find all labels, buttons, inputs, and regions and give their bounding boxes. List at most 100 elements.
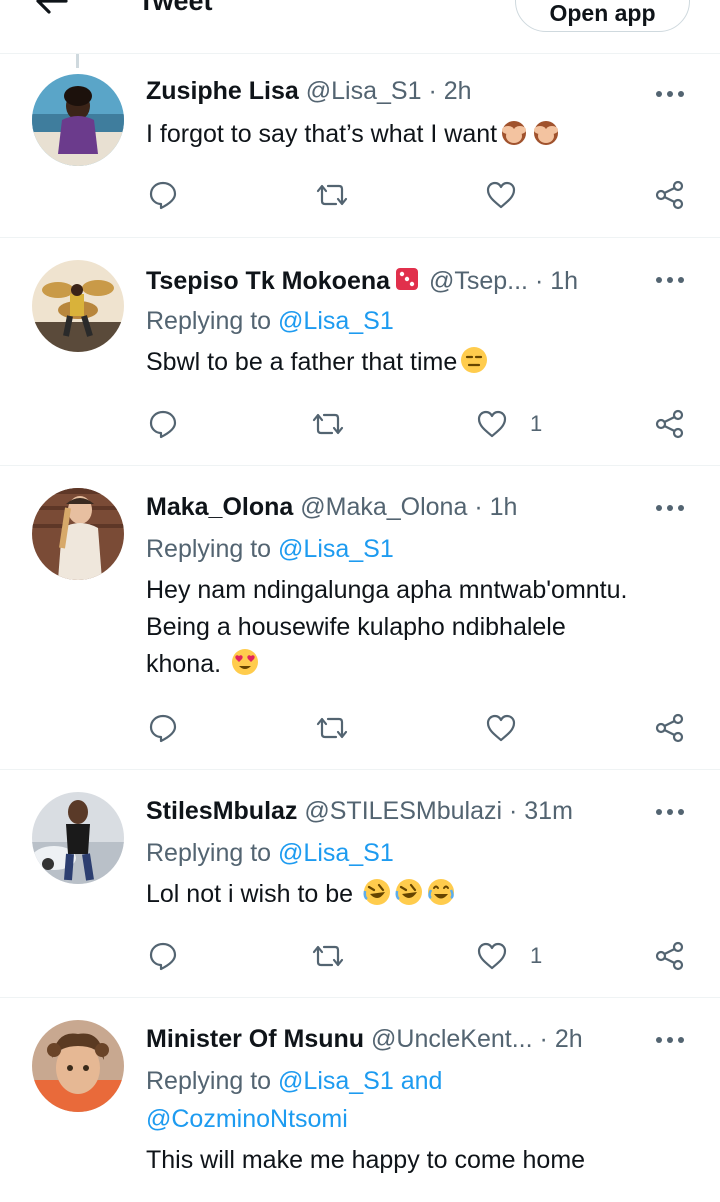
mention-link[interactable]: @CozminoNtsomi bbox=[146, 1105, 348, 1133]
top-bar: Tweet Open app bbox=[0, 0, 720, 54]
avatar[interactable] bbox=[32, 1020, 124, 1112]
mention-link[interactable]: @Lisa_S1 and bbox=[278, 1067, 442, 1095]
replying-to: Replying to @Lisa_S1 bbox=[146, 306, 394, 336]
game-die-icon bbox=[396, 268, 419, 290]
replying-prefix: Replying to bbox=[146, 307, 272, 335]
tweet-actions bbox=[0, 175, 720, 215]
tweet-text: Hey nam ndingalunga apha mntwab'omntu. B… bbox=[146, 572, 696, 683]
retweet-icon bbox=[316, 717, 348, 739]
tweet-text-line: Hey nam ndingalunga apha mntwab'omntu. bbox=[146, 576, 628, 604]
tweet-actions bbox=[0, 708, 720, 748]
retweet-icon bbox=[312, 413, 344, 435]
display-name[interactable]: StilesMbulaz bbox=[146, 797, 297, 825]
timestamp[interactable]: 1h bbox=[550, 267, 578, 295]
replying-to: Replying to @Lisa_S1 and bbox=[146, 1066, 442, 1096]
tweet-text: This will make me happy to come home bbox=[146, 1142, 696, 1179]
page-title: Tweet bbox=[138, 0, 213, 16]
separator-dot: · bbox=[428, 77, 437, 105]
retweet-icon bbox=[312, 945, 344, 967]
more-options-icon[interactable] bbox=[654, 84, 686, 104]
separator-dot: · bbox=[534, 267, 544, 295]
tweet-text: Lol not i wish to be bbox=[146, 876, 696, 913]
tweet-text-content: Lol not i wish to be bbox=[146, 880, 354, 908]
tears-of-joy-face-icon bbox=[428, 879, 455, 905]
timestamp[interactable]: 2h bbox=[555, 1025, 583, 1053]
tweet-text-content: I forgot to say that’s what I want bbox=[146, 120, 498, 148]
like-button[interactable] bbox=[485, 708, 539, 748]
display-name[interactable]: Zusiphe Lisa bbox=[146, 77, 299, 105]
display-name[interactable]: Minister Of Msunu bbox=[146, 1025, 364, 1053]
heart-icon bbox=[477, 942, 507, 970]
tweet[interactable]: Maka_Olona @Maka_Olona · 1h Replying to … bbox=[0, 466, 720, 770]
mention-link[interactable]: @Lisa_S1 bbox=[278, 839, 394, 867]
display-name[interactable]: Maka_Olona bbox=[146, 493, 293, 521]
user-handle[interactable]: @Maka_Olona bbox=[300, 493, 467, 521]
like-button[interactable]: 1 bbox=[476, 404, 542, 444]
like-count: 1 bbox=[530, 411, 543, 436]
replying-prefix: Replying to bbox=[146, 535, 272, 563]
user-handle[interactable]: @STILESMbulazi bbox=[304, 797, 502, 825]
retweet-button[interactable] bbox=[316, 175, 348, 215]
see-no-evil-monkey-icon bbox=[534, 121, 559, 145]
more-options-icon[interactable] bbox=[654, 802, 686, 822]
share-button[interactable] bbox=[654, 936, 686, 976]
mention-link[interactable]: @Lisa_S1 bbox=[278, 535, 394, 563]
display-name[interactable]: Tsepiso Tk Mokoena bbox=[146, 267, 390, 295]
share-button[interactable] bbox=[654, 708, 686, 748]
tweet-text-content: This will make me happy to come home bbox=[146, 1146, 586, 1174]
user-handle[interactable]: @Tsep... bbox=[429, 267, 528, 295]
reply-button[interactable] bbox=[147, 708, 179, 748]
replying-to: Replying to @Lisa_S1 bbox=[146, 838, 394, 868]
retweet-icon bbox=[316, 184, 348, 206]
tweet-text-line: Being a housewife kulapho ndibhalele bbox=[146, 613, 566, 641]
tweet[interactable]: Minister Of Msunu @UncleKent... · 2h Rep… bbox=[0, 998, 720, 1202]
rolling-laughing-face-icon bbox=[395, 879, 423, 905]
avatar[interactable] bbox=[32, 74, 124, 166]
back-arrow-icon[interactable] bbox=[34, 0, 68, 16]
like-count: 1 bbox=[530, 943, 543, 968]
timestamp[interactable]: 2h bbox=[444, 77, 472, 105]
expressionless-face-icon bbox=[461, 347, 488, 373]
retweet-button[interactable] bbox=[316, 708, 348, 748]
share-button[interactable] bbox=[654, 175, 686, 215]
like-button[interactable] bbox=[485, 175, 539, 215]
see-no-evil-monkey-icon bbox=[502, 121, 527, 145]
replying-prefix: Replying to bbox=[146, 1067, 272, 1095]
tweet-header: Minister Of Msunu @UncleKent... · 2h bbox=[146, 1024, 670, 1054]
reply-button[interactable] bbox=[147, 936, 179, 976]
user-handle[interactable]: @UncleKent... bbox=[371, 1025, 533, 1053]
retweet-button[interactable] bbox=[312, 936, 344, 976]
heart-eyes-face-icon bbox=[232, 649, 259, 675]
open-app-button[interactable]: Open app bbox=[515, 0, 690, 32]
tweet-actions: 1 bbox=[0, 404, 720, 444]
tweet-actions: 1 bbox=[0, 936, 720, 976]
tweet-text-line-with-emoji: khona. bbox=[146, 646, 696, 683]
avatar[interactable] bbox=[32, 488, 124, 580]
more-options-icon[interactable] bbox=[654, 270, 686, 290]
share-button[interactable] bbox=[654, 404, 686, 444]
reply-icon bbox=[149, 714, 177, 743]
timestamp[interactable]: 31m bbox=[524, 797, 573, 825]
tweet-header: Tsepiso Tk Mokoena @Tsep... · 1h bbox=[146, 264, 670, 296]
separator-dot: · bbox=[474, 493, 483, 521]
timestamp[interactable]: 1h bbox=[490, 493, 518, 521]
user-handle[interactable]: @Lisa_S1 bbox=[306, 77, 422, 105]
reply-icon bbox=[149, 410, 177, 439]
retweet-button[interactable] bbox=[312, 404, 344, 444]
avatar[interactable] bbox=[32, 260, 124, 352]
heart-icon bbox=[486, 181, 516, 209]
tweet[interactable]: Tsepiso Tk Mokoena @Tsep... · 1h Replyin… bbox=[0, 238, 720, 466]
reply-button[interactable] bbox=[147, 175, 179, 215]
more-options-icon[interactable] bbox=[654, 498, 686, 518]
tweet[interactable]: Zusiphe Lisa @Lisa_S1 · 2h I forgot to s… bbox=[0, 54, 720, 238]
reply-button[interactable] bbox=[147, 404, 179, 444]
share-icon bbox=[655, 409, 684, 439]
tweet[interactable]: StilesMbulaz @STILESMbulazi · 31m Replyi… bbox=[0, 770, 720, 998]
tweet-text-line: khona. bbox=[146, 650, 222, 678]
more-options-icon[interactable] bbox=[654, 1030, 686, 1050]
separator-dot: · bbox=[509, 797, 518, 825]
tweet-header: Zusiphe Lisa @Lisa_S1 · 2h bbox=[146, 76, 670, 106]
avatar[interactable] bbox=[32, 792, 124, 884]
like-button[interactable]: 1 bbox=[476, 936, 542, 976]
mention-link[interactable]: @Lisa_S1 bbox=[278, 307, 394, 335]
